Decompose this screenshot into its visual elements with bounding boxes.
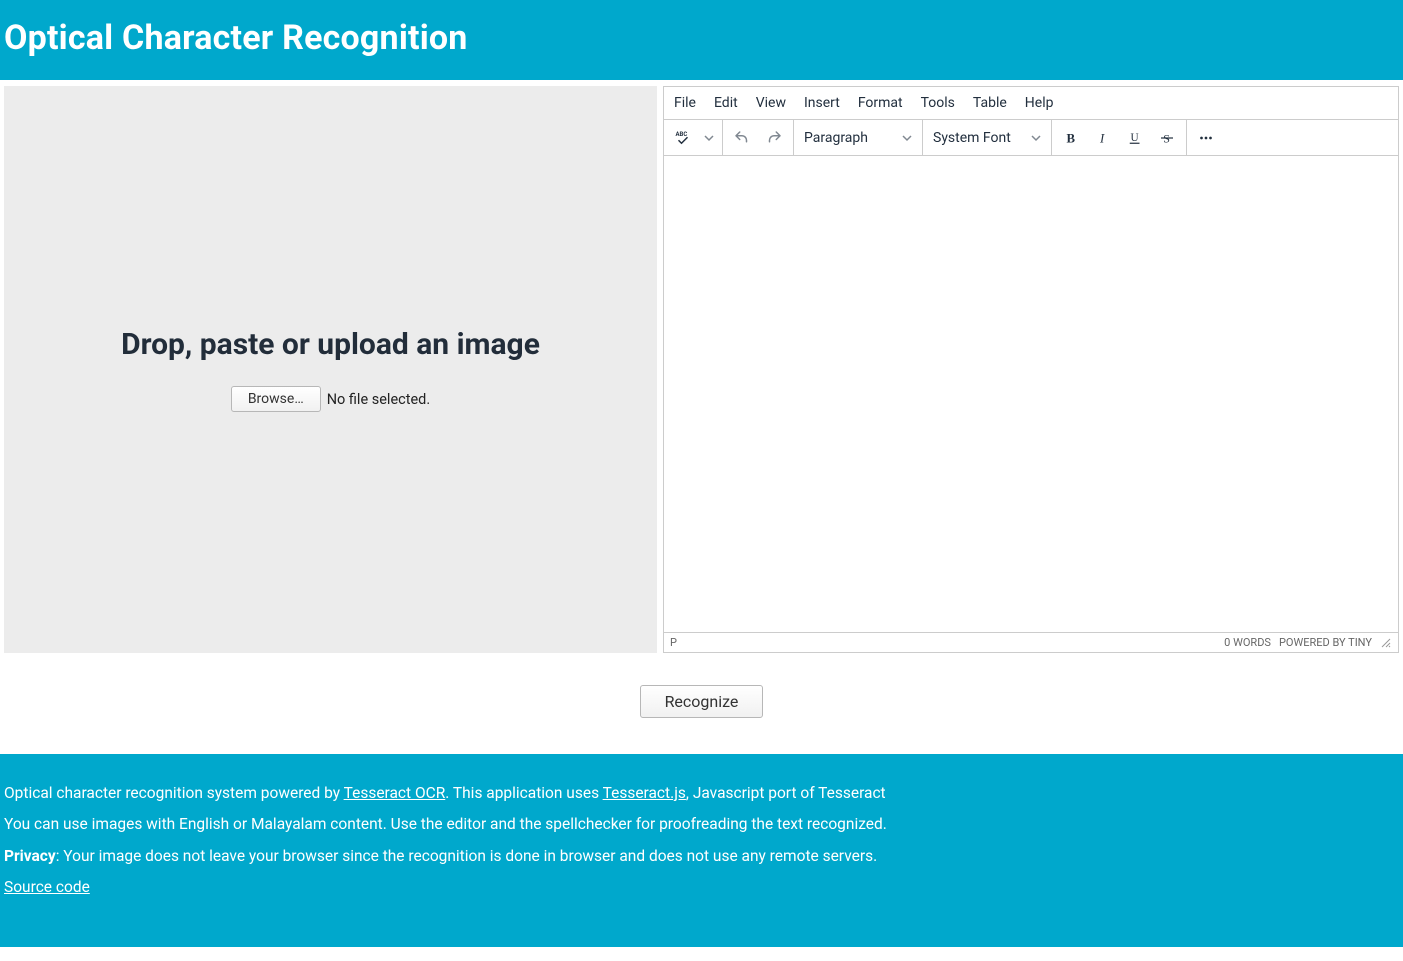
- resize-handle[interactable]: [1380, 637, 1392, 649]
- chevron-down-icon: [704, 133, 714, 143]
- tesseract-ocr-link[interactable]: Tesseract OCR: [344, 784, 446, 802]
- element-path[interactable]: P: [670, 636, 677, 649]
- privacy-label: Privacy: [4, 847, 56, 865]
- undo-button[interactable]: [727, 123, 757, 153]
- menubar: File Edit View Insert Format Tools Table…: [664, 87, 1398, 120]
- editor: File Edit View Insert Format Tools Table…: [663, 86, 1399, 653]
- strikethrough-button[interactable]: S: [1152, 123, 1182, 153]
- svg-text:I: I: [1099, 131, 1105, 145]
- menu-format[interactable]: Format: [858, 95, 903, 111]
- strikethrough-icon: S: [1158, 129, 1176, 147]
- redo-icon: [765, 129, 783, 147]
- recognize-row: Recognize: [0, 653, 1403, 754]
- italic-button[interactable]: I: [1088, 123, 1118, 153]
- more-button[interactable]: [1191, 123, 1221, 153]
- spellcheck-button[interactable]: ABC: [668, 123, 698, 153]
- footer-line-2: You can use images with English or Malay…: [4, 813, 1399, 836]
- menu-edit[interactable]: Edit: [714, 95, 738, 111]
- footer: Optical character recognition system pow…: [0, 754, 1403, 947]
- menu-file[interactable]: File: [674, 95, 696, 111]
- source-code-link[interactable]: Source code: [4, 878, 90, 896]
- browse-button[interactable]: Browse…: [231, 386, 321, 412]
- block-format-select[interactable]: Paragraph: [794, 120, 922, 155]
- underline-button[interactable]: U: [1120, 123, 1150, 153]
- recognize-button[interactable]: Recognize: [640, 685, 764, 718]
- menu-view[interactable]: View: [756, 95, 786, 111]
- redo-button[interactable]: [759, 123, 789, 153]
- more-icon: [1197, 129, 1215, 147]
- word-count[interactable]: 0 WORDS: [1224, 636, 1271, 649]
- undo-icon: [733, 129, 751, 147]
- footer-line-1: Optical character recognition system pow…: [4, 782, 1399, 805]
- svg-text:ABC: ABC: [676, 130, 688, 137]
- font-family-select[interactable]: System Font: [923, 120, 1051, 155]
- italic-icon: I: [1094, 129, 1112, 147]
- chevron-down-icon: [902, 133, 912, 143]
- chevron-down-icon: [1031, 133, 1041, 143]
- menu-table[interactable]: Table: [973, 95, 1007, 111]
- file-status: No file selected.: [327, 391, 430, 408]
- menu-help[interactable]: Help: [1025, 95, 1054, 111]
- font-family-label: System Font: [933, 130, 1011, 146]
- underline-icon: U: [1126, 129, 1144, 147]
- header: Optical Character Recognition: [0, 0, 1403, 80]
- block-format-label: Paragraph: [804, 130, 868, 146]
- toolbar: ABC Paragraph: [664, 120, 1398, 156]
- menu-insert[interactable]: Insert: [804, 95, 840, 111]
- page-title: Optical Character Recognition: [4, 18, 1399, 58]
- spellcheck-dropdown[interactable]: [700, 123, 718, 153]
- bold-button[interactable]: B: [1056, 123, 1086, 153]
- file-row: Browse… No file selected.: [231, 386, 430, 412]
- resize-icon: [1380, 637, 1392, 649]
- drop-zone[interactable]: Drop, paste or upload an image Browse… N…: [4, 86, 657, 653]
- drop-label: Drop, paste or upload an image: [121, 327, 540, 362]
- statusbar: P 0 WORDS POWERED BY TINY: [664, 632, 1398, 652]
- svg-text:B: B: [1067, 131, 1076, 145]
- main: Drop, paste or upload an image Browse… N…: [0, 80, 1403, 653]
- footer-privacy: Privacy: Your image does not leave your …: [4, 845, 1399, 868]
- powered-by[interactable]: POWERED BY TINY: [1279, 636, 1372, 649]
- menu-tools[interactable]: Tools: [921, 95, 955, 111]
- editor-body[interactable]: [664, 156, 1398, 632]
- spellcheck-icon: ABC: [674, 129, 692, 147]
- tesseract-js-link[interactable]: Tesseract.js: [603, 784, 686, 802]
- svg-text:U: U: [1131, 132, 1139, 144]
- bold-icon: B: [1062, 129, 1080, 147]
